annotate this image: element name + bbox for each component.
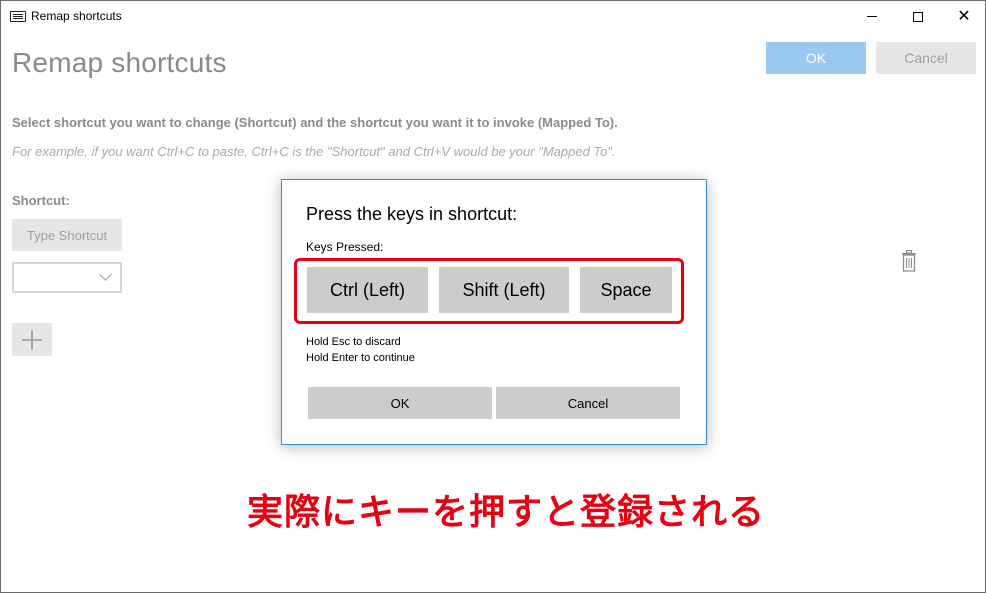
ok-button[interactable]: OK [766, 42, 866, 74]
close-icon: ✕ [957, 7, 971, 25]
example-text: For example, if you want Ctrl+C to paste… [12, 144, 616, 159]
shortcut-key-dropdown[interactable] [12, 262, 122, 293]
cancel-button[interactable]: Cancel [876, 42, 976, 74]
key-ctrl-left: Ctrl (Left) [307, 267, 428, 313]
key-shift-left: Shift (Left) [439, 267, 569, 313]
type-shortcut-button[interactable]: Type Shortcut [12, 219, 122, 251]
add-shortcut-button[interactable] [12, 323, 52, 356]
maximize-button[interactable] [895, 1, 941, 32]
hint-discard: Hold Esc to discard [306, 336, 401, 348]
page-title: Remap shortcuts [12, 47, 227, 78]
keyboard-icon [10, 11, 26, 22]
dialog-cancel-button[interactable]: Cancel [496, 387, 680, 419]
title-bar[interactable]: Remap shortcuts ✕ [1, 1, 985, 32]
trash-icon[interactable] [901, 250, 917, 272]
keys-pressed-label: Keys Pressed: [306, 240, 384, 254]
hint-continue: Hold Enter to continue [306, 352, 415, 364]
minimize-icon [867, 16, 877, 17]
remap-shortcuts-window: Remap shortcuts ✕ Remap shortcuts OK Can… [0, 0, 986, 593]
maximize-icon [913, 11, 923, 22]
shortcut-column-label: Shortcut: [12, 193, 70, 208]
key-space: Space [580, 267, 672, 313]
chevron-down-icon [99, 268, 112, 281]
close-button[interactable]: ✕ [941, 1, 986, 32]
minimize-button[interactable] [849, 1, 895, 32]
dialog-title: Press the keys in shortcut: [306, 204, 518, 224]
dialog-ok-button[interactable]: OK [308, 387, 492, 419]
instruction-text: Select shortcut you want to change (Shor… [12, 115, 618, 130]
press-keys-dialog: Press the keys in shortcut: Keys Pressed… [281, 179, 707, 445]
window-title: Remap shortcuts [31, 9, 122, 23]
plus-icon [22, 329, 42, 350]
annotation-caption: 実際にキーを押すと登録される [247, 491, 766, 532]
